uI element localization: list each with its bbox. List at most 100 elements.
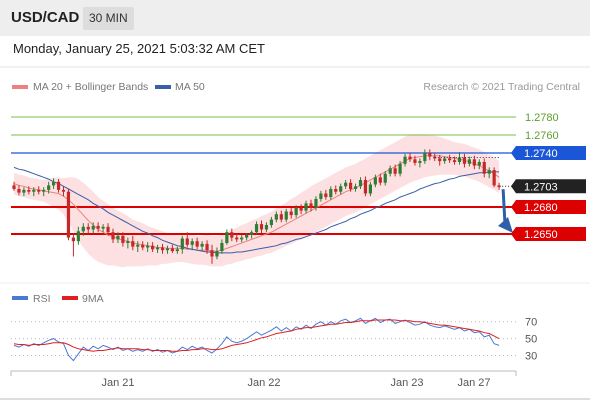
candle-body [86, 226, 90, 230]
candle-body [17, 189, 21, 193]
candle-body [363, 180, 368, 194]
candle-body [96, 225, 100, 229]
candle-body [71, 237, 75, 242]
candle-body [32, 189, 36, 192]
candle-body [299, 207, 303, 211]
candle-body [61, 189, 66, 192]
candle-body [428, 153, 432, 157]
candle-body [215, 251, 219, 257]
candle [492, 167, 496, 188]
candle-body [205, 243, 209, 251]
candle-body [462, 157, 467, 164]
legend-ma20-swatch [12, 85, 28, 89]
x-tick-label: Jan 21 [101, 377, 134, 389]
candle-body [403, 156, 407, 164]
candle-body [408, 156, 412, 160]
candle-body [146, 245, 150, 248]
rsi-ma-line [13, 319, 500, 352]
candle-body [175, 249, 179, 252]
forecast-arrow-head [498, 217, 513, 233]
candle-body [160, 247, 165, 251]
candle-body [12, 185, 16, 189]
candle-body [264, 225, 269, 230]
candle-body [259, 224, 264, 230]
candle-body [334, 189, 338, 192]
candle-body [487, 170, 491, 174]
forecast-arrow-shaft [501, 189, 507, 225]
support-label-1.2650: 1.2650 [524, 229, 558, 241]
candle-body [457, 157, 462, 162]
currency-pair-title: USD/CAD [11, 9, 80, 26]
candle-body [42, 189, 46, 192]
candle [66, 189, 71, 241]
legend-rsi-label: RSI [33, 293, 51, 305]
candle-body [56, 181, 61, 190]
candle-body [37, 189, 41, 192]
candle-body [141, 244, 145, 248]
candle-body [240, 237, 244, 240]
candle-body [225, 232, 229, 243]
x-tick-label: Jan 22 [247, 377, 280, 389]
candle-body [319, 193, 323, 199]
legend-rsi-swatch [12, 296, 28, 300]
candle-body [230, 232, 234, 238]
candle-body [358, 180, 363, 187]
candle-body [121, 235, 125, 243]
resistance-label-1.2780: 1.2780 [525, 112, 559, 124]
candle-body [482, 162, 486, 174]
candle-body [91, 225, 95, 230]
candle-body [418, 161, 422, 163]
candle-body [339, 186, 343, 192]
candle-body [190, 241, 194, 245]
candle-body [279, 214, 283, 220]
candle-body [393, 168, 397, 174]
candle-body [294, 207, 298, 216]
candle-body [467, 159, 471, 164]
rsi-tick-30: 30 [525, 351, 537, 363]
candle-body [304, 203, 308, 211]
candle [71, 234, 75, 257]
candle-body [106, 226, 110, 233]
candle-body [443, 158, 447, 162]
support-label-1.2680: 1.2680 [524, 202, 558, 214]
candle-body [472, 159, 476, 166]
candle-body [254, 224, 259, 233]
candle-body [185, 238, 189, 245]
candle-body [47, 185, 51, 190]
candle-body [497, 185, 501, 188]
candle-body [314, 198, 318, 208]
candle-body [245, 234, 249, 238]
candle-body [492, 170, 496, 186]
candle-body [66, 191, 71, 238]
candle-body [155, 247, 160, 250]
candle-body [165, 248, 170, 251]
current-price-label: 1.2703 [524, 181, 558, 193]
candle-body [170, 248, 174, 252]
candle-body [195, 241, 199, 247]
candle-body [378, 177, 382, 183]
rsi-tick-50: 50 [525, 334, 537, 346]
candle-body [438, 158, 442, 162]
candle-body [136, 244, 140, 247]
candle-body [324, 193, 328, 198]
candle-body [235, 237, 239, 240]
candle-body [52, 181, 56, 186]
candle-body [383, 173, 387, 183]
candle-body [413, 159, 417, 163]
candle-body [81, 226, 85, 232]
candle-body [22, 189, 26, 193]
candle-body [126, 241, 130, 243]
candle-body [388, 168, 392, 174]
timeframe-button[interactable]: 30 MIN [83, 7, 134, 30]
pivot-label-1.2740: 1.2740 [524, 148, 558, 160]
candle-body [76, 231, 80, 242]
candle-body [329, 189, 333, 198]
candle-body [368, 184, 372, 194]
candle-body [27, 189, 31, 192]
legend-rsi-ma-label: 9MA [82, 293, 104, 305]
candle-body [349, 182, 353, 189]
candle-body [274, 214, 278, 220]
price-chart: MA 20 + Bollinger Bands MA 50 Research ©… [0, 66, 590, 389]
candle-body [116, 235, 120, 240]
candle-body [250, 232, 254, 235]
